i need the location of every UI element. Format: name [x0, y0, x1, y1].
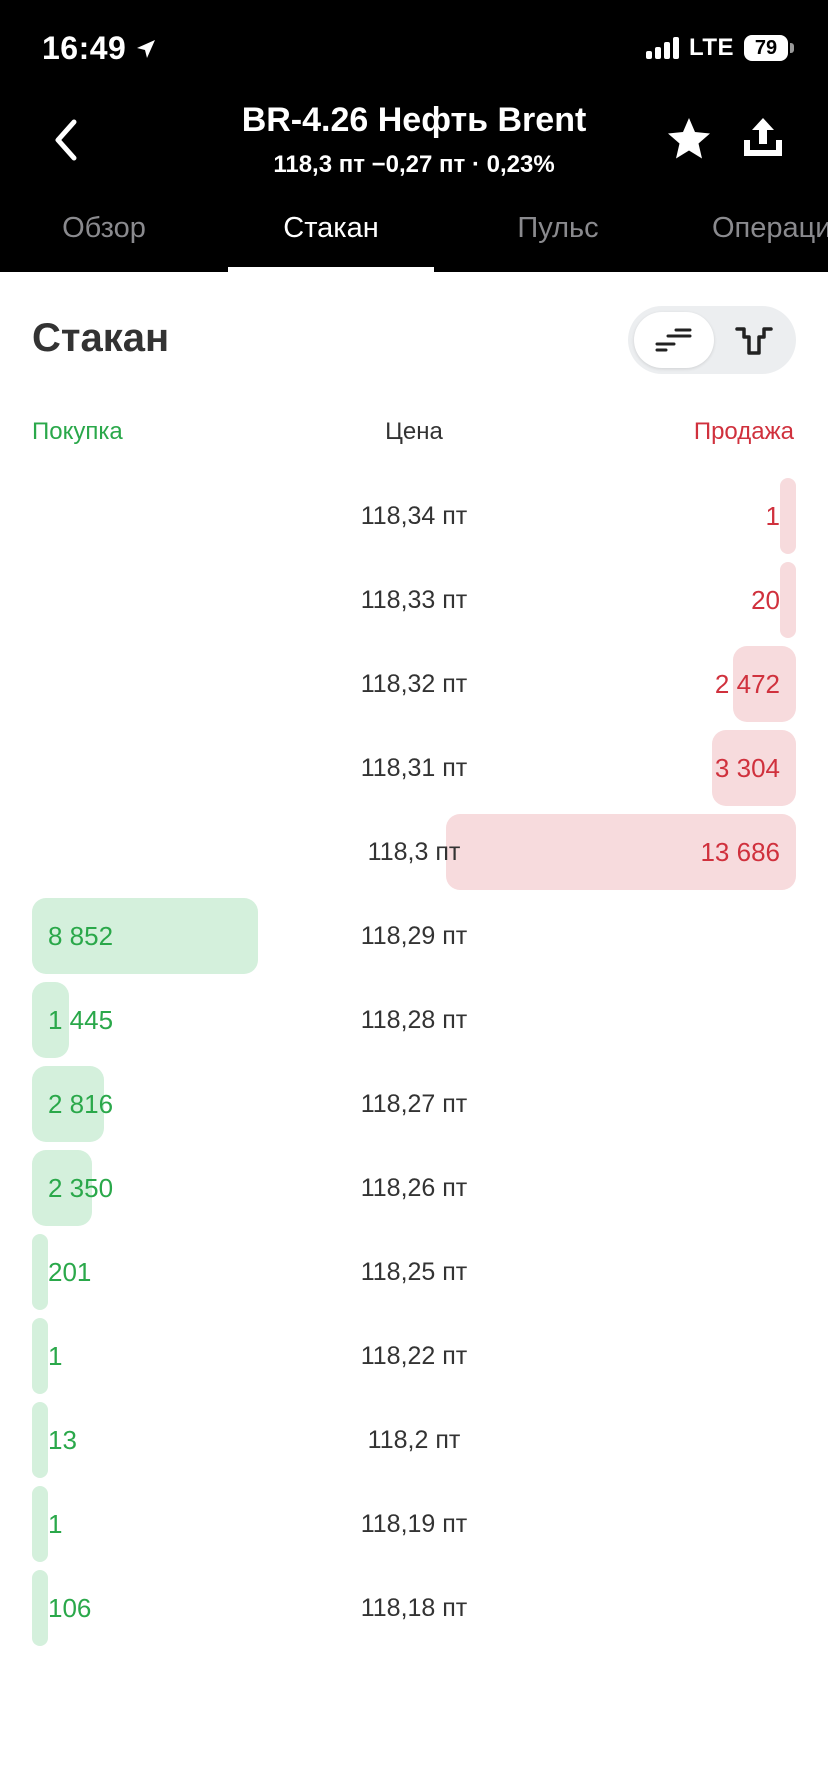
bid-volume: 13 — [48, 1425, 77, 1455]
price-level: 118,28 пт — [360, 1006, 468, 1034]
depth-view-button[interactable] — [714, 312, 794, 368]
bid-volume: 2 350 — [48, 1173, 114, 1203]
bid-row[interactable]: 118,29 пт 8 852 — [0, 898, 828, 986]
price-level: 118,25 пт — [360, 1258, 468, 1286]
ask-row[interactable]: 118,3 пт 13 686 — [0, 814, 828, 902]
bid-volume: 1 445 — [48, 1005, 114, 1035]
instrument-header: 16:49 LTE 79 BR-4.26 Нефть Brent 118,3 п… — [0, 0, 828, 272]
bid-row[interactable]: 118,28 пт 1 445 — [0, 982, 828, 1070]
order-book-list-icon — [655, 328, 692, 352]
network-type: LTE — [688, 34, 734, 61]
section-title: Стакан — [32, 316, 170, 360]
tab-order-book[interactable]: Стакан — [228, 206, 434, 272]
price-level: 118,32 пт — [360, 670, 468, 698]
bid-row[interactable]: 118,22 пт 1 — [0, 1318, 828, 1406]
ask-volume: 2 472 — [714, 669, 780, 699]
price-level: 118,19 пт — [360, 1510, 468, 1538]
status-indicators: LTE 79 — [645, 34, 794, 62]
cellular-signal-icon — [645, 37, 679, 59]
price-level: 118,2 пт — [367, 1426, 461, 1454]
bid-volume: 106 — [48, 1593, 92, 1623]
ask-volume: 13 686 — [700, 837, 780, 867]
ask-volume: 3 304 — [714, 753, 780, 783]
battery-icon: 79 — [744, 35, 794, 61]
bid-volume: 201 — [48, 1257, 92, 1287]
ask-row[interactable]: 118,34 пт 1 — [0, 478, 828, 566]
list-view-button[interactable] — [634, 312, 714, 368]
location-arrow-icon — [137, 39, 156, 58]
tab-bar: Обзор Стакан Пульс Операции — [0, 206, 828, 272]
bid-row[interactable]: 118,18 пт 106 — [0, 1570, 828, 1658]
price-level: 118,34 пт — [360, 502, 468, 530]
price-level: 118,26 пт — [360, 1174, 468, 1202]
tab-overview[interactable]: Обзор — [32, 206, 176, 272]
share-icon — [744, 118, 782, 156]
favorite-button[interactable] — [664, 114, 714, 164]
bid-volume: 2 816 — [48, 1089, 114, 1119]
bid-row[interactable]: 118,19 пт 1 — [0, 1486, 828, 1574]
sell-column-header: Продажа — [693, 418, 794, 445]
battery-level: 79 — [744, 35, 788, 61]
price-level: 118,33 пт — [360, 586, 468, 614]
bid-volume: 1 — [48, 1341, 63, 1371]
bid-row[interactable]: 118,25 пт 201 — [0, 1234, 828, 1322]
bid-volume: 1 — [48, 1509, 63, 1539]
star-icon — [668, 118, 710, 159]
bid-row[interactable]: 118,27 пт 2 816 — [0, 1066, 828, 1154]
bid-volume: 8 852 — [48, 921, 114, 951]
ask-volume: 20 — [751, 585, 780, 615]
ask-row[interactable]: 118,33 пт 20 — [0, 562, 828, 650]
view-toggle — [628, 306, 796, 374]
bid-row[interactable]: 118,26 пт 2 350 — [0, 1150, 828, 1238]
ask-volume: 1 — [765, 501, 780, 531]
price-level: 118,22 пт — [360, 1342, 468, 1370]
bid-row[interactable]: 118,2 пт 13 — [0, 1402, 828, 1490]
price-level: 118,29 пт — [360, 922, 468, 950]
status-time: 16:49 — [42, 30, 158, 67]
ask-row[interactable]: 118,31 пт 3 304 — [0, 730, 828, 818]
price-level: 118,31 пт — [360, 754, 468, 782]
price-level: 118,18 пт — [360, 1594, 468, 1622]
status-time-text: 16:49 — [42, 30, 127, 66]
tab-pulse[interactable]: Пульс — [486, 206, 630, 272]
price-level: 118,27 пт — [360, 1090, 468, 1118]
ask-row[interactable]: 118,32 пт 2 472 — [0, 646, 828, 734]
tab-operations[interactable]: Операции — [712, 206, 828, 272]
depth-chart-icon — [735, 327, 773, 355]
share-button[interactable] — [738, 114, 788, 164]
